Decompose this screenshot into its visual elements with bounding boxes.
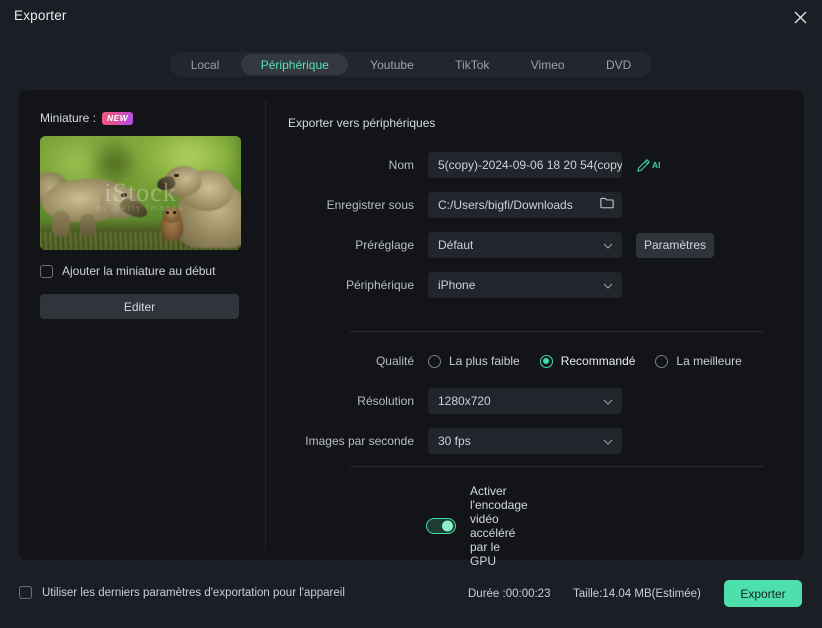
add-thumbnail-label: Ajouter la miniature au début: [62, 264, 216, 278]
reuse-settings-checkbox[interactable]: [19, 586, 32, 599]
left-baboon-leg-front: [52, 211, 71, 237]
tab-local[interactable]: Local: [171, 54, 239, 75]
gpu-toggle-label: Activer l'encodage vidéo accéléré par le…: [470, 484, 528, 568]
export-settings-panel: Miniature : NEW iStock by Getty Images A…: [18, 90, 804, 568]
reuse-settings-checkbox-row[interactable]: Utiliser les derniers paramètres d'expor…: [19, 586, 345, 599]
name-input[interactable]: 5(copy)-2024-09-06 18 20 54(copy): [428, 152, 622, 178]
left-baboon-leg-back: [80, 213, 97, 238]
resolution-row: Résolution 1280x720: [288, 388, 622, 414]
title-bar: Exporter: [0, 0, 822, 34]
radio-icon: [655, 354, 669, 368]
tab-tiktok[interactable]: TikTok: [435, 54, 509, 75]
dialog-footer: Utiliser les derniers paramètres d'expor…: [0, 560, 822, 628]
device-value: iPhone: [438, 278, 476, 292]
form-section-title: Exporter vers périphériques: [288, 116, 436, 130]
quality-option-lowest-label: La plus faible: [449, 354, 520, 368]
radio-icon: [428, 354, 441, 368]
preset-select[interactable]: Défaut: [428, 232, 622, 258]
quality-label: Qualité: [375, 354, 414, 368]
thumbnail-section: Miniature : NEW iStock by Getty Images A…: [40, 110, 242, 319]
thumbnail-label: Miniature :: [40, 111, 97, 125]
quality-option-best-label: La meilleure: [676, 354, 742, 368]
quality-radio-group: La plus faible Recommandé La meilleure: [428, 354, 762, 368]
name-label: Nom: [388, 158, 414, 172]
tab-dvd[interactable]: DVD: [586, 54, 651, 75]
divider-bottom: [350, 466, 764, 467]
chevron-down-icon: [603, 276, 613, 294]
export-button[interactable]: Exporter: [724, 580, 802, 607]
tab-youtube[interactable]: Youtube: [350, 54, 433, 75]
preset-value: Défaut: [438, 238, 474, 252]
device-select[interactable]: iPhone: [428, 272, 622, 298]
tab-vimeo[interactable]: Vimeo: [511, 54, 584, 75]
save-to-value: C:/Users/bigfi/Downloads: [438, 198, 573, 212]
resolution-label: Résolution: [357, 394, 414, 408]
save-to-row: Enregistrer sous C:/Users/bigfi/Download…: [288, 192, 622, 218]
name-value: 5(copy)-2024-09-06 18 20 54(copy): [438, 158, 622, 172]
new-badge: NEW: [102, 111, 134, 125]
tab-peripherique[interactable]: Périphérique: [241, 54, 349, 75]
device-label: Périphérique: [345, 278, 414, 292]
framerate-row: Images par seconde 30 fps: [288, 428, 622, 454]
preset-row: Préréglage Défaut Paramètres: [288, 232, 714, 258]
gpu-toggle[interactable]: [426, 518, 456, 534]
size-text: Taille:14.04 MB(Estimée): [573, 588, 701, 600]
preset-label: Préréglage: [355, 238, 414, 252]
resolution-value: 1280x720: [438, 394, 491, 408]
export-dialog: Exporter Local Périphérique Youtube TikT…: [0, 0, 822, 628]
reuse-settings-label: Utiliser les derniers paramètres d'expor…: [42, 586, 345, 599]
resolution-select[interactable]: 1280x720: [428, 388, 622, 414]
chevron-down-icon: [603, 392, 613, 410]
name-row: Nom 5(copy)-2024-09-06 18 20 54(copy) AI: [288, 152, 661, 178]
edit-thumbnail-button[interactable]: Editer: [40, 294, 239, 319]
save-to-input[interactable]: C:/Users/bigfi/Downloads: [428, 192, 622, 218]
duration-text: Durée :00:00:23: [468, 588, 551, 600]
quality-option-lowest[interactable]: La plus faible: [428, 354, 520, 368]
gpu-toggle-group: Activer l'encodage vidéo accéléré par le…: [426, 484, 528, 568]
chevron-down-icon: [603, 432, 613, 450]
framerate-value: 30 fps: [438, 434, 471, 448]
quality-option-best[interactable]: La meilleure: [655, 354, 742, 368]
ai-label: AI: [652, 160, 661, 170]
toggle-knob: [442, 520, 453, 532]
save-to-label: Enregistrer sous: [326, 198, 414, 212]
add-thumbnail-checkbox-row[interactable]: Ajouter la miniature au début: [40, 264, 242, 278]
framerate-select[interactable]: 30 fps: [428, 428, 622, 454]
quality-option-recommended[interactable]: Recommandé: [539, 354, 636, 368]
export-target-tabs: Local Périphérique Youtube TikTok Vimeo …: [170, 52, 652, 77]
add-thumbnail-checkbox[interactable]: [40, 264, 53, 278]
thumbnail-header: Miniature : NEW: [40, 110, 242, 126]
export-form: Exporter vers périphériques Nom 5(copy)-…: [288, 116, 782, 568]
quality-option-recommended-label: Recommandé: [560, 354, 636, 368]
panel-divider: [265, 100, 266, 550]
divider-top: [350, 331, 764, 332]
ai-pencil-icon[interactable]: AI: [636, 158, 661, 173]
page-title: Exporter: [14, 8, 67, 23]
chevron-down-icon: [603, 236, 613, 254]
settings-button[interactable]: Paramètres: [636, 232, 714, 258]
close-icon[interactable]: [786, 4, 814, 30]
folder-icon[interactable]: [600, 196, 614, 214]
quality-row: Qualité La plus faible Recommandé La mei…: [288, 348, 762, 374]
framerate-label: Images par seconde: [305, 434, 414, 448]
watermark-subtext: by Getty Images: [96, 203, 185, 213]
radio-icon-selected: [539, 354, 553, 368]
device-row: Périphérique iPhone: [288, 272, 622, 298]
thumbnail-preview[interactable]: iStock by Getty Images: [40, 136, 241, 250]
